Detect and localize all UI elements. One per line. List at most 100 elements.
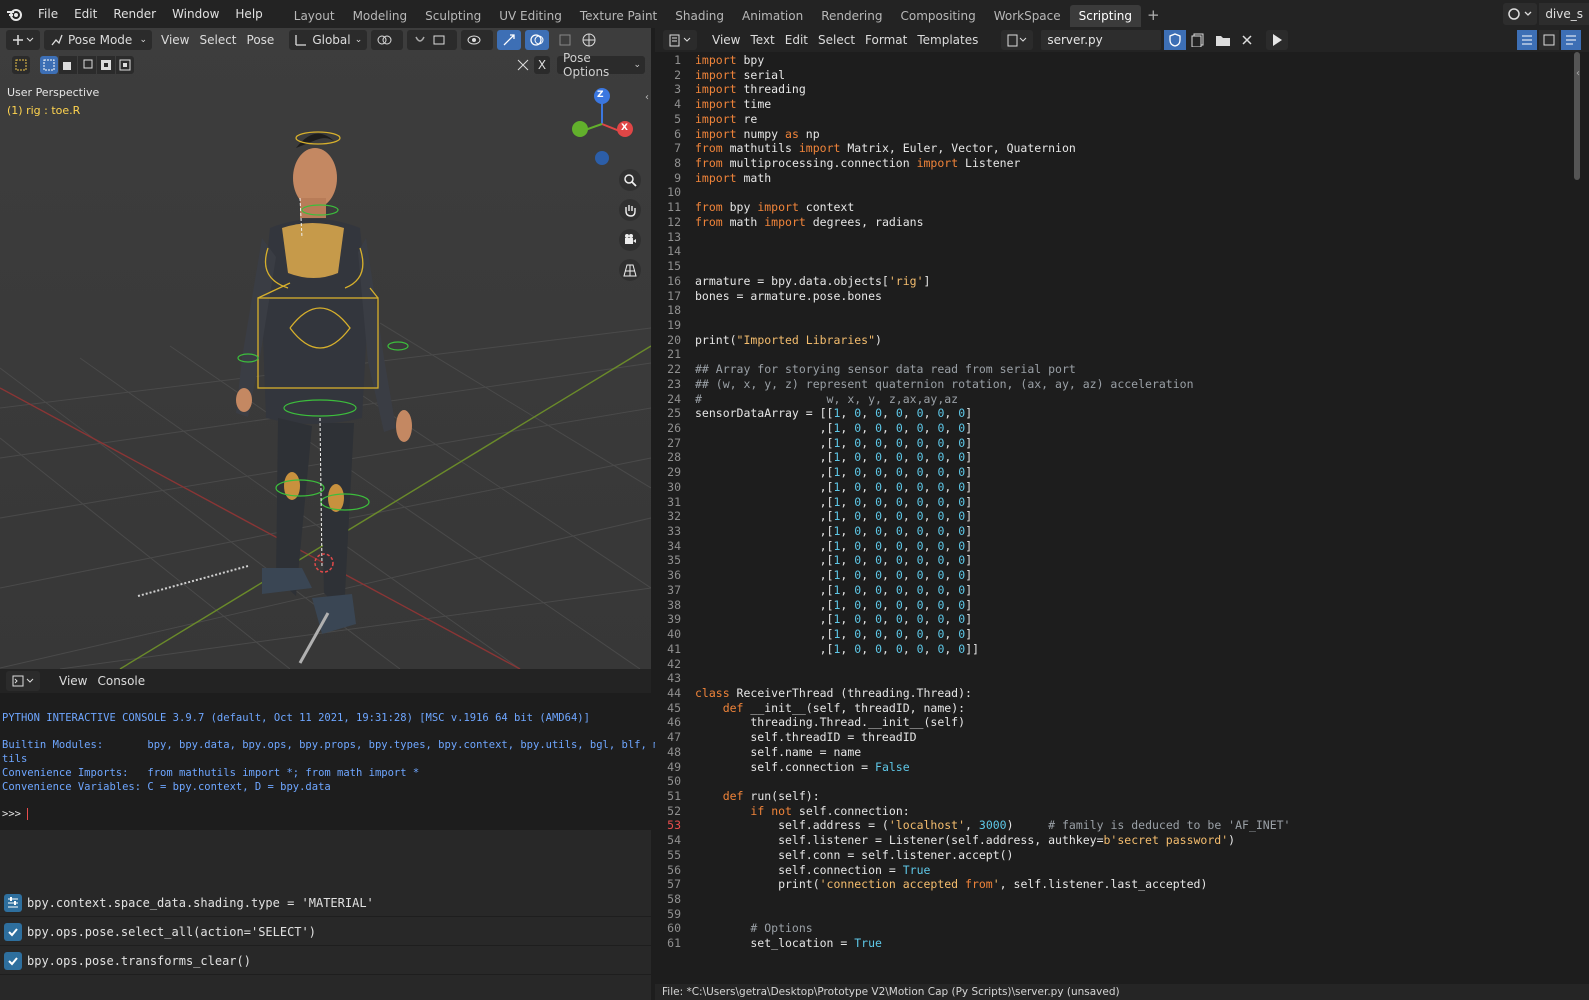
code-line[interactable]: import threading bbox=[695, 82, 806, 96]
word-wrap-toggle-icon[interactable] bbox=[1539, 30, 1559, 50]
code-line[interactable]: from mathutils import Matrix, Euler, Vec… bbox=[695, 141, 1076, 155]
editor-type-icon[interactable] bbox=[6, 30, 40, 50]
grid-perspective-icon[interactable] bbox=[619, 259, 641, 281]
viewport-menu-view[interactable]: View bbox=[156, 30, 194, 50]
code-line[interactable]: import math bbox=[695, 171, 771, 185]
gizmo-toggle-icon[interactable] bbox=[497, 30, 522, 50]
editor-menu-text[interactable]: Text bbox=[745, 30, 779, 50]
code-line[interactable]: set_location = True bbox=[695, 936, 882, 950]
code-line[interactable]: ,[1, 0, 0, 0, 0, 0, 0] bbox=[695, 583, 973, 597]
code-line[interactable]: self.name = name bbox=[695, 745, 861, 759]
select-new-icon[interactable] bbox=[40, 56, 58, 74]
code-line[interactable]: self.connection = False bbox=[695, 760, 909, 774]
code-line[interactable]: ,[1, 0, 0, 0, 0, 0, 0] bbox=[695, 524, 973, 538]
code-line[interactable]: ,[1, 0, 0, 0, 0, 0, 0] bbox=[695, 450, 973, 464]
tab-sculpting[interactable]: Sculpting bbox=[416, 5, 490, 27]
scene-name[interactable]: dive_s bbox=[1539, 3, 1589, 25]
menu-help[interactable]: Help bbox=[227, 3, 270, 25]
code-line[interactable]: import numpy as np bbox=[695, 127, 820, 141]
new-text-icon[interactable] bbox=[1186, 30, 1210, 50]
console-prompt[interactable]: >>> bbox=[2, 808, 29, 820]
scene-icon[interactable] bbox=[1503, 3, 1538, 25]
editor-menu-templates[interactable]: Templates bbox=[912, 30, 983, 50]
tab-shading[interactable]: Shading bbox=[666, 5, 733, 27]
code-line[interactable]: ,[1, 0, 0, 0, 0, 0, 0] bbox=[695, 421, 973, 435]
pan-hand-icon[interactable] bbox=[619, 199, 641, 221]
run-script-button[interactable] bbox=[1266, 30, 1289, 50]
menu-render[interactable]: Render bbox=[105, 3, 164, 25]
code-line[interactable]: import time bbox=[695, 97, 771, 111]
code-line[interactable]: ,[1, 0, 0, 0, 0, 0, 0] bbox=[695, 627, 973, 641]
tab-animation[interactable]: Animation bbox=[733, 5, 812, 27]
info-log[interactable]: bpy.context.space_data.shading.type = 'M… bbox=[0, 828, 651, 1000]
code-line[interactable]: ,[1, 0, 0, 0, 0, 0, 0] bbox=[695, 539, 973, 553]
code-line[interactable]: # Options bbox=[695, 921, 812, 935]
viewport-menu-pose[interactable]: Pose bbox=[242, 30, 280, 50]
code-line[interactable]: from multiprocessing.connection import L… bbox=[695, 156, 1020, 170]
menu-file[interactable]: File bbox=[30, 3, 66, 25]
select-tool-icon[interactable] bbox=[12, 56, 30, 74]
snap-icon[interactable] bbox=[407, 30, 458, 50]
code-line[interactable]: ## Array for storying sensor data read f… bbox=[695, 362, 1076, 376]
code-line[interactable]: # w, x, y, z,ax,ay,az bbox=[695, 392, 958, 406]
code-area[interactable]: 1 2 3 4 5 6 7 8 9 10 11 12 13 14 15 16 17 18 19 20 21 22 23 24 2… bbox=[655, 52, 1589, 984]
code-line[interactable]: ,[1, 0, 0, 0, 0, 0, 0] bbox=[695, 509, 973, 523]
line-numbers-toggle-icon[interactable] bbox=[1517, 30, 1537, 50]
code-line[interactable]: sensorDataArray = [[1, 0, 0, 0, 0, 0, 0] bbox=[695, 406, 972, 420]
tab-layout[interactable]: Layout bbox=[285, 5, 344, 27]
tab-texture-paint[interactable]: Texture Paint bbox=[571, 5, 666, 27]
camera-icon[interactable] bbox=[619, 229, 641, 251]
code-line[interactable]: ,[1, 0, 0, 0, 0, 0, 0] bbox=[695, 480, 973, 494]
mirror-icon[interactable] bbox=[514, 56, 532, 74]
pivot-icon[interactable] bbox=[371, 30, 404, 50]
select-subtract-icon[interactable] bbox=[78, 56, 96, 74]
code-line[interactable]: ,[1, 0, 0, 0, 0, 0, 0] bbox=[695, 436, 973, 450]
code-line[interactable]: self.connection = True bbox=[695, 863, 930, 877]
code-line[interactable]: armature = bpy.data.objects['rig'] bbox=[695, 274, 930, 288]
viewport-menu-select[interactable]: Select bbox=[194, 30, 241, 50]
tab-modeling[interactable]: Modeling bbox=[344, 5, 417, 27]
code-line[interactable]: class ReceiverThread (threading.Thread): bbox=[695, 686, 972, 700]
console-menu-view[interactable]: View bbox=[54, 671, 92, 691]
code-line[interactable]: import serial bbox=[695, 68, 785, 82]
editor-sidebar-toggle-icon[interactable]: ‹ bbox=[1576, 68, 1580, 79]
zoom-icon[interactable] bbox=[619, 169, 641, 191]
tab-workspace[interactable]: WorkSpace bbox=[985, 5, 1070, 27]
text-editor-type-icon[interactable] bbox=[663, 30, 697, 50]
code-line[interactable]: self.address = ('localhost', 3000) # fam… bbox=[695, 818, 1290, 832]
code-line[interactable]: ,[1, 0, 0, 0, 0, 0, 0] bbox=[695, 612, 973, 626]
code-line[interactable]: self.conn = self.listener.accept() bbox=[695, 848, 1013, 862]
xray-icon[interactable] bbox=[553, 30, 577, 50]
wireframe-shading-icon[interactable] bbox=[577, 30, 601, 50]
syntax-highlight-toggle-icon[interactable] bbox=[1561, 30, 1581, 50]
console-editor-type-icon[interactable] bbox=[6, 671, 40, 691]
blender-logo-icon[interactable] bbox=[0, 0, 30, 28]
3d-viewport[interactable]: Pose Mode ⌄ View Select Pose Global ⌄ X … bbox=[0, 28, 651, 669]
code-line[interactable]: ,[1, 0, 0, 0, 0, 0, 0] bbox=[695, 568, 973, 582]
select-intersect-icon[interactable] bbox=[116, 56, 134, 74]
code-line[interactable]: from math import degrees, radians bbox=[695, 215, 924, 229]
code-line[interactable]: ,[1, 0, 0, 0, 0, 0, 0]] bbox=[695, 642, 979, 656]
info-log-row[interactable]: bpy.context.space_data.shading.type = 'M… bbox=[0, 890, 651, 917]
console-menu-console[interactable]: Console bbox=[92, 671, 150, 691]
editor-menu-view[interactable]: View bbox=[707, 30, 745, 50]
info-log-row[interactable]: bpy.ops.pose.transforms_clear() bbox=[0, 948, 651, 975]
select-extend-icon[interactable] bbox=[59, 56, 77, 74]
editor-menu-select[interactable]: Select bbox=[813, 30, 860, 50]
code-line[interactable]: def __init__(self, threadID, name): bbox=[695, 701, 965, 715]
code-line[interactable]: ## (w, x, y, z) represent quaternion rot… bbox=[695, 377, 1194, 391]
gizmo-z-label[interactable]: Z bbox=[597, 90, 604, 100]
code-line[interactable]: from bpy import context bbox=[695, 200, 854, 214]
sidebar-toggle-icon[interactable]: ‹ bbox=[645, 92, 649, 103]
code-line[interactable]: ,[1, 0, 0, 0, 0, 0, 0] bbox=[695, 553, 973, 567]
close-icon[interactable] bbox=[1236, 30, 1258, 50]
gizmo-x-label[interactable]: X bbox=[621, 123, 628, 133]
add-workspace-icon[interactable]: + bbox=[1141, 6, 1166, 24]
filename-field[interactable]: server.py bbox=[1041, 30, 1162, 50]
code-line[interactable]: self.threadID = threadID bbox=[695, 730, 916, 744]
tab-scripting[interactable]: Scripting bbox=[1069, 4, 1142, 27]
code-line[interactable]: print("Imported Libraries") bbox=[695, 333, 882, 347]
code-line[interactable]: ,[1, 0, 0, 0, 0, 0, 0] bbox=[695, 598, 973, 612]
tab-uv-editing[interactable]: UV Editing bbox=[490, 5, 571, 27]
scene-selector[interactable]: dive_s bbox=[1503, 3, 1589, 25]
